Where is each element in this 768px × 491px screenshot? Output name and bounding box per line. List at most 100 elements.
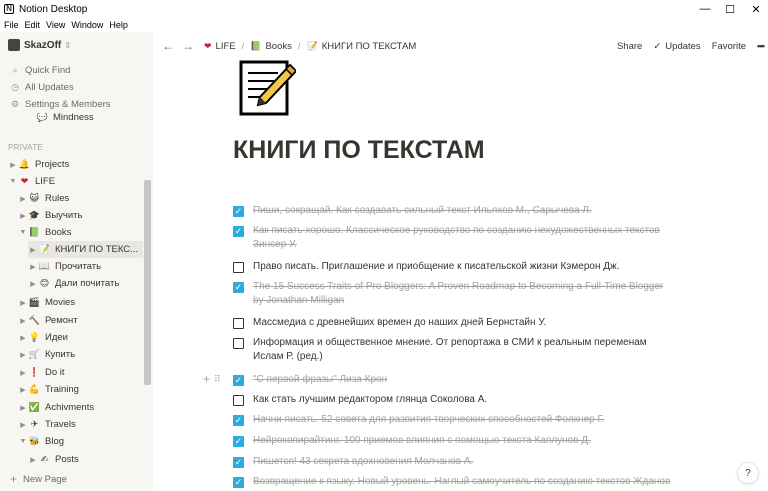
menu-view[interactable]: View: [46, 20, 65, 30]
quick-find-button[interactable]: ⌕ Quick Find: [10, 65, 70, 76]
sidebar-item-do-it[interactable]: ▶ ❗ Do it: [18, 364, 153, 381]
todo-text[interactable]: Как писать хорошо. Классическое руководс…: [253, 224, 673, 252]
sidebar-item-idei[interactable]: ▶ 💡 Идеи: [18, 329, 153, 346]
breadcrumb-knigi-po-tekstam[interactable]: 📝 КНИГИ ПО ТЕКСТАМ: [307, 41, 417, 52]
sidebar-item-prochitat[interactable]: ▶ 📖 Прочитать: [28, 258, 153, 275]
checkbox-checked[interactable]: ✓: [233, 282, 244, 293]
todo-item: Информация и общественное мнение. От реп…: [233, 336, 673, 364]
expand-arrow-icon[interactable]: ▶: [28, 246, 38, 254]
graduation-cap-emoji-icon: 🎓: [28, 210, 41, 220]
chevron-updown-icon: ⇕: [64, 40, 71, 50]
close-button[interactable]: ✕: [741, 0, 768, 18]
breadcrumb-life[interactable]: ❤ LIFE: [204, 41, 236, 52]
sidebar-item-dali-pochitat[interactable]: ▶ 😊 Дали почитать: [28, 275, 153, 292]
todo-text[interactable]: Информация и общественное мнение. От реп…: [253, 336, 673, 364]
sidebar-item-travels[interactable]: ▶ ✈ Travels: [18, 416, 153, 433]
add-block-icon[interactable]: +: [203, 372, 210, 386]
expand-arrow-icon[interactable]: ▶: [28, 263, 38, 271]
sidebar-item-label: Идеи: [45, 332, 68, 343]
back-arrow-icon[interactable]: ←: [162, 39, 174, 53]
airplane-emoji-icon: ✈: [30, 419, 39, 429]
checkbox-checked[interactable]: ✓: [233, 457, 244, 468]
todo-text[interactable]: "С первой фразы" Лиза Крон: [253, 373, 387, 387]
menu-edit[interactable]: Edit: [25, 20, 41, 30]
expand-arrow-icon[interactable]: ▶: [18, 404, 28, 412]
checkbox-checked[interactable]: ✓: [233, 436, 244, 447]
new-page-button[interactable]: + New Page: [10, 472, 67, 486]
todo-text[interactable]: Массмедиа с древнейших времен до наших д…: [253, 316, 546, 330]
sidebar-item-life[interactable]: ▼ ❤ LIFE: [8, 173, 148, 190]
expand-arrow-icon[interactable]: ▶: [18, 334, 28, 342]
todo-text[interactable]: Нейрокопирайтинг. 100 приемов влияния с …: [253, 434, 591, 448]
collapse-arrow-icon[interactable]: ▼: [18, 229, 28, 236]
sidebar-item-mindness[interactable]: 💬 Mindness: [0, 113, 140, 123]
expand-arrow-icon[interactable]: ▶: [18, 369, 28, 377]
todo-text[interactable]: Пиши, сокращай. Как создавать сильный те…: [253, 204, 592, 218]
sidebar-item-label: Movies: [45, 297, 76, 308]
sidebar-item-vyuchit[interactable]: ▶ 🎓 Выучить: [18, 207, 153, 224]
sidebar-item-remont[interactable]: ▶ 🔨 Ремонт: [18, 312, 153, 329]
sidebar-item-label: Books: [45, 227, 72, 238]
more-options-icon[interactable]: •••: [757, 41, 765, 52]
checkbox-unchecked[interactable]: [233, 338, 244, 349]
favorite-button[interactable]: Favorite: [712, 41, 746, 52]
todo-text[interactable]: The 15 Success Traits of Pro Bloggers: A…: [253, 280, 673, 308]
expand-arrow-icon[interactable]: ▶: [18, 195, 28, 203]
checkbox-unchecked[interactable]: [233, 318, 244, 329]
sidebar-scrollbar-thumb[interactable]: [144, 180, 151, 385]
sidebar-item-projects[interactable]: ▶ 🔔 Projects: [8, 156, 148, 173]
expand-arrow-icon[interactable]: ▶: [8, 161, 18, 169]
expand-arrow-icon[interactable]: ▶: [18, 299, 28, 307]
menu-help[interactable]: Help: [109, 20, 128, 30]
checkbox-unchecked[interactable]: [233, 395, 244, 406]
settings-members-button[interactable]: ⚙ Settings & Members: [10, 99, 111, 110]
help-button[interactable]: ?: [738, 463, 758, 483]
expand-arrow-icon[interactable]: ▶: [28, 280, 38, 288]
sidebar-item-posts[interactable]: ▶ ✍ Posts: [28, 451, 153, 468]
expand-arrow-icon[interactable]: ▶: [28, 456, 38, 464]
share-button[interactable]: Share: [617, 41, 642, 52]
checkbox-checked[interactable]: ✓: [233, 477, 244, 488]
collapse-arrow-icon[interactable]: ▼: [8, 178, 18, 185]
cat-emoji-icon: 😺: [29, 193, 40, 203]
sidebar-item-books[interactable]: ▼ 📗 Books: [18, 224, 153, 241]
sidebar-item-rules[interactable]: ▶ 😺 Rules: [18, 190, 153, 207]
block-handle[interactable]: + ⠿: [203, 372, 221, 386]
expand-arrow-icon[interactable]: ▶: [18, 351, 28, 359]
checkbox-unchecked[interactable]: [233, 262, 244, 273]
sidebar-item-training[interactable]: ▶ 💪 Training: [18, 381, 153, 398]
checkbox-checked[interactable]: ✓: [233, 226, 244, 237]
checkbox-checked[interactable]: ✓: [233, 206, 244, 217]
sidebar-item-knigi-po-tekstam[interactable]: ▶ 📝 КНИГИ ПО ТЕКС...: [28, 241, 143, 258]
all-updates-button[interactable]: ◷ All Updates: [10, 82, 74, 93]
sidebar-item-kupit[interactable]: ▶ 🛒 Купить: [18, 346, 153, 363]
memo-icon[interactable]: [238, 59, 298, 117]
todo-text[interactable]: Право писать. Приглашение и приобщение к…: [253, 260, 620, 274]
todo-text[interactable]: Возвращение к языку. Новый уровень. Нагл…: [253, 475, 670, 489]
todo-text[interactable]: Пишется! 43 секрета вдохновения Молчанов…: [253, 455, 473, 469]
collapse-arrow-icon[interactable]: ▼: [18, 438, 28, 445]
drag-handle-icon[interactable]: ⠿: [214, 374, 221, 385]
expand-arrow-icon[interactable]: ▶: [18, 421, 28, 429]
todo-text[interactable]: Как стать лучшим редактором глянца Сокол…: [253, 393, 487, 407]
sidebar-item-label: Projects: [35, 159, 70, 170]
forward-arrow-icon[interactable]: →: [182, 39, 194, 53]
checkbox-checked[interactable]: ✓: [233, 375, 244, 386]
page-title[interactable]: КНИГИ ПО ТЕКСТАМ: [233, 136, 485, 165]
menu-window[interactable]: Window: [71, 20, 103, 30]
todo-text[interactable]: Начни писать. 52 совета для развития тво…: [253, 413, 604, 427]
updates-button[interactable]: Updates: [665, 41, 700, 52]
workspace-switcher[interactable]: SkazOff ⇕: [8, 39, 71, 51]
expand-arrow-icon[interactable]: ▶: [18, 317, 28, 325]
todo-item: ✓ Начни писать. 52 совета для развития т…: [233, 413, 673, 427]
sidebar-item-achivments[interactable]: ▶ ✅ Achivments: [18, 399, 153, 416]
sidebar-item-movies[interactable]: ▶ 🎬 Movies: [18, 294, 153, 311]
expand-arrow-icon[interactable]: ▶: [18, 212, 28, 220]
checkbox-checked[interactable]: ✓: [233, 415, 244, 426]
menu-file[interactable]: File: [4, 20, 19, 30]
sidebar-item-label: Mindness: [53, 113, 94, 123]
expand-arrow-icon[interactable]: ▶: [18, 386, 28, 394]
breadcrumb-books[interactable]: 📗 Books: [250, 41, 292, 52]
breadcrumb-label: КНИГИ ПО ТЕКСТАМ: [321, 40, 417, 52]
sidebar-item-blog[interactable]: ▼ 🐝 Blog: [18, 433, 153, 450]
